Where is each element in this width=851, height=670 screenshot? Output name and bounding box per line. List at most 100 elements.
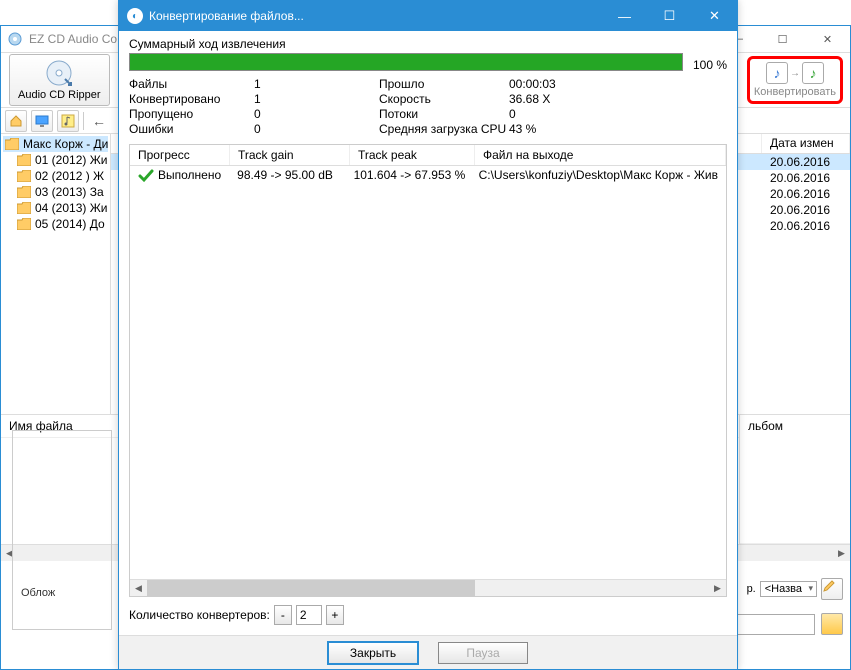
threads-label: Потоки	[379, 107, 509, 121]
close-button[interactable]: Закрыть	[328, 642, 418, 664]
desktop-button[interactable]	[31, 110, 53, 132]
tree-item-root[interactable]: Макс Корж - Ди	[3, 136, 108, 152]
monitor-icon	[35, 114, 49, 128]
date-cell: 20.06.2016	[762, 186, 850, 202]
progress-column-header[interactable]: Прогресс	[130, 145, 230, 165]
skipped-value: 0	[254, 107, 379, 121]
music-button[interactable]	[57, 110, 79, 132]
convert-button[interactable]: ♪ → ♪	[754, 62, 836, 84]
peak-column-header[interactable]: Track peak	[350, 145, 475, 165]
tree-item[interactable]: 03 (2013) За	[3, 184, 108, 200]
progress-fill	[130, 54, 682, 70]
convert-button-highlight: ♪ → ♪ Конвертировать	[747, 56, 843, 104]
main-maximize-button[interactable]: ☐	[760, 26, 805, 53]
folder-icon	[17, 202, 31, 214]
home-button[interactable]	[5, 110, 27, 132]
cpu-label: Средняя загрузка CPU	[379, 122, 509, 136]
pause-button[interactable]: Пауза	[438, 642, 528, 664]
format-dropdown[interactable]: <Назва	[760, 581, 817, 597]
tree-label: 02 (2012 ) Ж	[35, 169, 104, 183]
dialog-title: Конвертирование файлов...	[149, 9, 304, 23]
back-arrow-icon: ←	[92, 113, 106, 129]
folder-icon	[17, 186, 31, 198]
output-cell: C:\Users\konfuziy\Desktop\Макс Корж - Жи…	[471, 166, 726, 186]
format-prefix: р.	[747, 583, 756, 595]
errors-value: 0	[254, 122, 379, 136]
track-header: Прогресс Track gain Track peak Файл на в…	[130, 145, 726, 166]
folder-icon	[5, 138, 19, 150]
note-green-icon: ♪	[802, 62, 824, 84]
cd-icon	[45, 59, 73, 87]
converted-label: Конвертировано	[129, 92, 254, 106]
converters-row: Количество конвертеров: - +	[129, 597, 727, 629]
main-close-button[interactable]: ✕	[805, 26, 850, 53]
gain-column-header[interactable]: Track gain	[230, 145, 350, 165]
files-label: Файлы	[129, 77, 254, 91]
date-cell: 20.06.2016	[762, 170, 850, 186]
folder-icon	[17, 154, 31, 166]
peak-cell: 101.604 -> 67.953 %	[346, 166, 471, 186]
audio-cd-ripper-button[interactable]: Audio CD Ripper	[9, 54, 110, 106]
errors-label: Ошибки	[129, 122, 254, 136]
tree-item[interactable]: 05 (2014) До	[3, 216, 108, 232]
date-cell: 20.06.2016	[762, 154, 850, 170]
increase-converters-button[interactable]: +	[326, 605, 344, 625]
track-row[interactable]: Выполнено 98.49 -> 95.00 dB 101.604 -> 6…	[130, 166, 726, 186]
pencil-icon	[822, 579, 836, 593]
scroll-right-button[interactable]: ▶	[709, 580, 726, 597]
date-cell: 20.06.2016	[762, 202, 850, 218]
elapsed-label: Прошло	[379, 77, 509, 91]
album-header[interactable]: льбом	[740, 415, 850, 544]
converters-input[interactable]	[296, 605, 322, 625]
tree-item[interactable]: 02 (2012 ) Ж	[3, 168, 108, 184]
threads-value: 0	[509, 107, 727, 121]
tree-label: 01 (2012) Жи	[35, 153, 108, 167]
app-icon	[7, 31, 23, 47]
speed-value: 36.68 X	[509, 92, 727, 106]
home-icon	[9, 114, 23, 128]
edit-format-button[interactable]	[821, 578, 843, 600]
decrease-converters-button[interactable]: -	[274, 605, 292, 625]
track-table: Прогресс Track gain Track peak Файл на в…	[129, 144, 727, 597]
scroll-left-button[interactable]: ◀	[130, 580, 147, 597]
tree-label: 04 (2013) Жи	[35, 201, 108, 215]
stats-grid: Файлы 1 Прошло 00:00:03 Конвертировано 1…	[129, 77, 727, 136]
dialog-maximize-button[interactable]: ☐	[647, 1, 692, 31]
browse-folder-button[interactable]	[821, 613, 843, 635]
ripper-label: Audio CD Ripper	[18, 89, 101, 101]
scroll-right-button[interactable]: ▶	[833, 545, 850, 562]
tree-item[interactable]: 04 (2013) Жи	[3, 200, 108, 216]
skipped-label: Пропущено	[129, 107, 254, 121]
status-text: Выполнено	[158, 168, 221, 182]
output-path-input[interactable]	[735, 614, 815, 635]
note-blue-icon: ♪	[766, 62, 788, 84]
dialog-footer: Закрыть Пауза	[119, 635, 737, 669]
date-cell: 20.06.2016	[762, 218, 850, 234]
cover-art-panel: Облож	[12, 430, 112, 630]
conversion-dialog: ◐ Конвертирование файлов... — ☐ ✕ Суммар…	[118, 0, 738, 670]
dialog-titlebar: ◐ Конвертирование файлов... — ☐ ✕	[119, 1, 737, 31]
tree-label: 05 (2014) До	[35, 217, 105, 231]
track-horizontal-scrollbar[interactable]: ◀ ▶	[130, 579, 726, 596]
converters-label: Количество конвертеров:	[129, 608, 270, 622]
date-column-header[interactable]: Дата измен	[762, 134, 850, 153]
folder-icon	[17, 170, 31, 182]
scrollbar-thumb[interactable]	[147, 580, 475, 596]
dialog-icon: ◐	[127, 8, 143, 24]
files-value: 1	[254, 77, 379, 91]
summary-label: Суммарный ход извлечения	[129, 37, 727, 51]
cpu-value: 43 %	[509, 122, 727, 136]
folder-tree[interactable]: Макс Корж - Ди 01 (2012) Жи 02 (2012 ) Ж…	[1, 134, 111, 414]
convert-label: Конвертировать	[754, 86, 836, 98]
tree-item[interactable]: 01 (2012) Жи	[3, 152, 108, 168]
cover-label: Облож	[21, 587, 55, 599]
gain-cell: 98.49 -> 95.00 dB	[229, 166, 345, 186]
dialog-close-button[interactable]: ✕	[692, 1, 737, 31]
elapsed-value: 00:00:03	[509, 77, 727, 91]
converted-value: 1	[254, 92, 379, 106]
dialog-minimize-button[interactable]: —	[602, 1, 647, 31]
output-column-header[interactable]: Файл на выходе	[475, 145, 726, 165]
back-button[interactable]: ←	[88, 110, 110, 132]
speed-label: Скорость	[379, 92, 509, 106]
folder-icon	[17, 218, 31, 230]
